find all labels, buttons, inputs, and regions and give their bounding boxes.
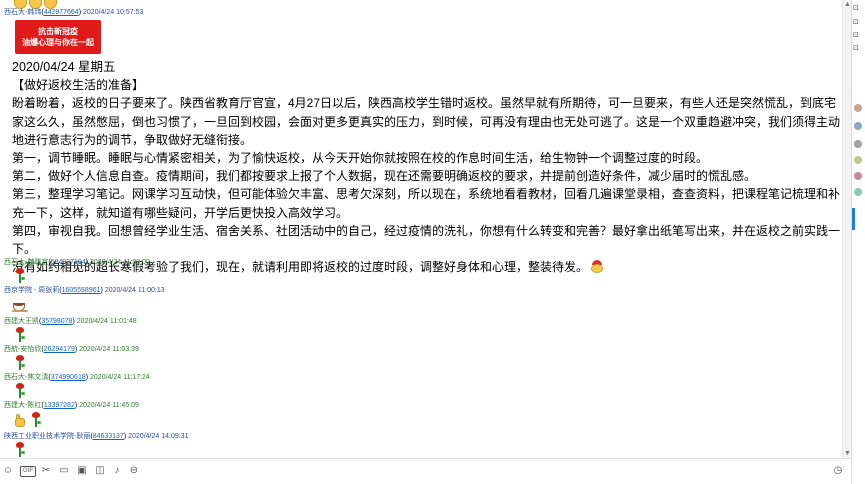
message-header: 陕西工业职业技术学院-耿丽(84633137) 2020/4/24 14:09:… [4, 433, 189, 440]
sender-qq[interactable]: 84633137 [93, 433, 124, 440]
announcement-post: 2020/04/24 星期五 【做好返校生活的准备】 盼着盼着，返校的日子要来了… [12, 58, 842, 276]
sender-name[interactable]: 陕西工业职业技术学院-耿丽 [4, 433, 90, 440]
side-icon[interactable]: ⊡ [853, 18, 863, 27]
message-time: 2020/4/24 11:01:48 [76, 318, 137, 325]
picture-icon[interactable]: ◫ [94, 465, 106, 477]
rose-icon [14, 327, 26, 343]
sender-name[interactable]: 西石大-焦文清 [4, 374, 48, 381]
post-paragraph: 第三，整理学习笔记。网课学习互动快，但可能体验欠丰富、思考欠深刻，所以现在，系统… [12, 187, 841, 220]
post-paragraph: 盼着盼着，返校的日子要来了。陕西省教育厅官宣，4月27日以后，陕西高校学生错时返… [12, 96, 841, 147]
sender-name[interactable]: 西建大-陈红 [4, 402, 41, 409]
post-date: 2020/04/24 星期五 [12, 60, 116, 74]
history-clock-icon[interactable]: ◷ [832, 465, 844, 477]
post-title: 【做好返校生活的准备】 [12, 78, 145, 93]
message-time: 2020/4/24 11:45:09 [79, 402, 139, 409]
side-icon[interactable]: ⊡ [853, 4, 863, 13]
message-time: 2020/4/24 11:17:24 [90, 374, 150, 381]
sender-name[interactable]: 西石大-魏晓宣 [4, 259, 48, 266]
smiley-hat-icon [590, 260, 604, 274]
message-time: 2020/4/24 14:09:31 [128, 433, 189, 440]
sender-qq[interactable]: 442977664 [44, 9, 79, 16]
sender-qq[interactable]: 13397282 [44, 402, 75, 409]
message-time: 2020/4/24 11:00:00 [90, 259, 150, 266]
message-header: 西建大-陈红(13397282) 2020/4/24 11:45:09 [4, 402, 139, 409]
sender-qq[interactable]: 584937194 [51, 259, 86, 266]
bell-icon[interactable]: ♪ [111, 465, 123, 477]
member-avatar[interactable] [854, 188, 862, 196]
poster-line-1: 抗击新冠疫 [38, 26, 78, 36]
member-avatar[interactable] [854, 122, 862, 130]
member-avatar[interactable] [854, 140, 862, 148]
sender-qq[interactable]: 26294179 [44, 346, 75, 353]
rose-icon [14, 268, 26, 284]
chat-scrollbar[interactable]: ▲ ▼ [842, 0, 851, 458]
member-avatar[interactable] [854, 156, 862, 164]
message-time: 2020/4/24 10:57:53 [83, 9, 144, 16]
chat-history: 西石大-韩玮(442977664) 2020/4/24 10:57:53 抗击新… [0, 0, 842, 458]
more-icon[interactable]: ⊖ [128, 465, 140, 477]
rose-icon [30, 412, 42, 428]
message-header: 西石大-魏晓宣(584937194) 2020/4/24 11:00:00 [4, 259, 150, 266]
side-icon[interactable]: ⊡ [853, 31, 863, 40]
gif-button[interactable]: GIF [20, 466, 36, 477]
rose-icon [14, 442, 26, 458]
post-paragraph: 第二，做好个人信息自查。疫情期间，我们都按要求上报了个人数据，现在还需要明确返校… [12, 169, 757, 184]
side-scroll-thumb[interactable] [852, 208, 855, 230]
sender-name[interactable]: 西石大-韩玮 [4, 9, 41, 16]
sender-name[interactable]: 西京学院 - 周张莉 [4, 287, 59, 294]
poster-image[interactable]: 抗击新冠疫 油爆心理与你在一起 [15, 20, 101, 54]
sender-qq[interactable]: 374990618 [51, 374, 86, 381]
sender-name[interactable]: 西建大王凯 [4, 318, 39, 325]
message-header: 西建大王凯(35798078) 2020/4/24 11:01:48 [4, 318, 137, 325]
message-header: 西京学院 - 周张莉(1605558961) 2020/4/24 11:00:1… [4, 287, 165, 294]
member-avatar[interactable] [854, 172, 862, 180]
message-time: 2020/4/24 11:03:39 [79, 346, 139, 353]
post-paragraph: 第四，审视自我。回想曾经学业生活、宿舍关系、社团活动中的自己，经过疫情的洗礼，你… [12, 223, 841, 257]
folder-icon[interactable]: ▭ [58, 465, 70, 477]
coffee-icon [12, 298, 28, 312]
post-paragraph: 第一，调节睡眠。睡眠与心情紧密相关，为了愉快返校，从今天开始你就按照在校的作息时… [12, 151, 709, 166]
rose-icon [14, 355, 26, 371]
input-toolbar: ☺ GIF ✂ ▭ ▣ ◫ ♪ ⊖ ◷ [0, 458, 851, 484]
message-header: 西石大-韩玮(442977664) 2020/4/24 10:57:53 [4, 9, 144, 16]
sender-qq[interactable]: 35798078 [41, 318, 72, 325]
thumbs-up-icon [13, 414, 27, 427]
side-icon[interactable]: ⊡ [853, 44, 863, 53]
member-avatar[interactable] [854, 104, 862, 112]
message-header: 西航-安怡欣(26294179) 2020/4/24 11:03:39 [4, 346, 139, 353]
message-time: 2020/4/24 11:00:13 [104, 287, 165, 294]
sender-name[interactable]: 西航-安怡欣 [4, 346, 41, 353]
poster-line-2: 油爆心理与你在一起 [22, 37, 94, 47]
side-panel: ⊡ ⊡ ⊡ ⊡ [851, 0, 865, 484]
sender-qq[interactable]: 1605558961 [62, 287, 101, 294]
emoji-face-icon[interactable]: ☺ [2, 465, 14, 477]
scissors-icon[interactable]: ✂ [40, 465, 52, 477]
image-icon[interactable]: ▣ [76, 465, 88, 477]
rose-icon [14, 383, 26, 399]
message-header: 西石大-焦文清(374990618) 2020/4/24 11:17:24 [4, 374, 150, 381]
